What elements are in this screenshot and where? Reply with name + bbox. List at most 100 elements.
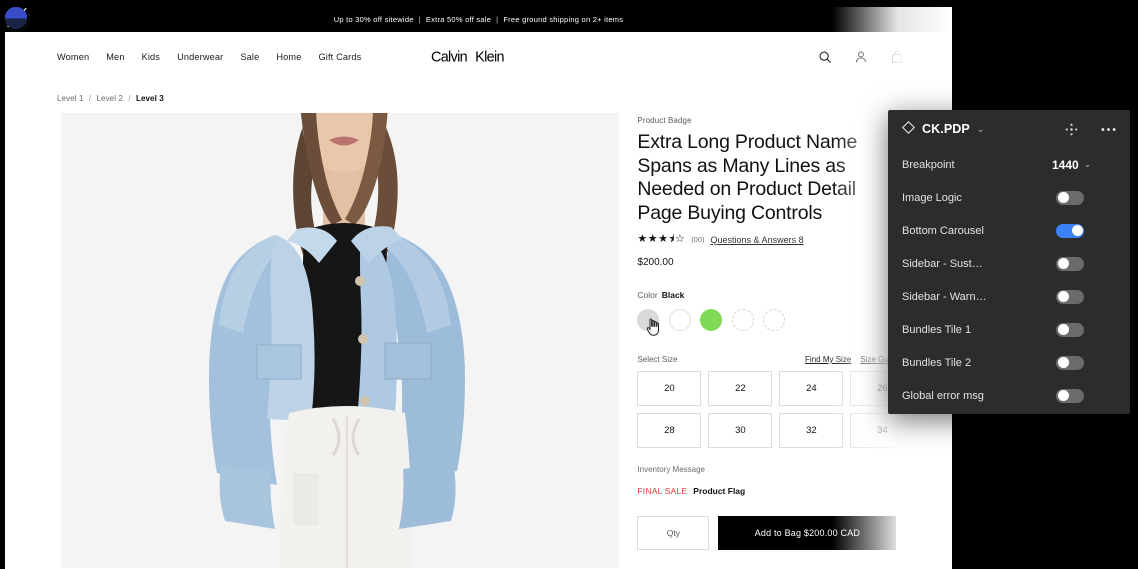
more-options-icon[interactable]	[1101, 127, 1116, 132]
toggle-switch[interactable]	[1056, 322, 1084, 337]
size-option[interactable]: 22	[708, 371, 773, 406]
breadcrumb-level-2[interactable]: Level 2	[96, 94, 123, 103]
swatch-disc	[637, 309, 660, 331]
toggle-knob	[1057, 324, 1069, 335]
size-option[interactable]: 28	[637, 413, 702, 448]
swatch-disc	[700, 309, 723, 331]
size-option[interactable]: 34	[850, 413, 915, 448]
color-swatch[interactable]	[637, 309, 660, 336]
color-swatch[interactable]	[5, 7, 27, 29]
panel-row-label: Bundles Tile 1	[902, 323, 972, 336]
svg-text:Klein: Klein	[475, 49, 504, 65]
product-title: Extra Long Product Name Spans as Many Li…	[637, 131, 858, 224]
size-links: Find My Size Size Guide	[805, 355, 899, 364]
nav-item-home[interactable]: Home	[276, 52, 301, 62]
breadcrumb-level-3: Level 3	[135, 94, 164, 103]
toggle-switch[interactable]	[1056, 355, 1084, 370]
model-photo	[61, 113, 620, 568]
account-icon[interactable]	[854, 50, 868, 64]
toggle-switch[interactable]	[1056, 256, 1084, 271]
breadcrumb-separator: /	[128, 94, 131, 103]
panel-row-control	[1056, 322, 1116, 337]
breakpoint-value[interactable]: 1440	[1052, 158, 1079, 172]
questions-answers-link[interactable]: Questions & Answers 8	[711, 235, 804, 245]
panel-row: Bundles Tile 2	[888, 346, 1130, 379]
panel-row: Breakpoint 1440 ⌄	[888, 148, 1130, 181]
panel-row-label: Image Logic	[902, 191, 962, 204]
panel-row-label: Sidebar - Sust…	[902, 257, 983, 270]
product-image[interactable]	[61, 113, 620, 568]
panel-row-label: Bottom Carousel	[902, 224, 984, 237]
promo-separator: |	[496, 15, 499, 24]
panel-row: Global error msg	[888, 379, 1130, 412]
toggle-knob	[1057, 291, 1069, 302]
calvin-klein-wordmark: Calvin Klein	[431, 49, 505, 65]
promo-item-3: Free ground shipping on 2+ items	[503, 15, 624, 24]
size-option[interactable]: 30	[708, 413, 773, 448]
pdp-main: Product Badge Extra Long Product Name Sp…	[5, 7, 952, 568]
size-option[interactable]: 20	[637, 371, 702, 406]
breakpoint-chevron-down-icon[interactable]: ⌄	[1084, 159, 1092, 170]
toggle-switch[interactable]	[1056, 190, 1084, 205]
panel-row: Image Logic	[888, 181, 1130, 214]
toggle-knob	[1057, 258, 1069, 269]
size-option[interactable]: 32	[779, 413, 844, 448]
add-to-bag-button[interactable]: Add to Bag $200.00 CAD	[718, 516, 897, 550]
color-swatch[interactable]	[668, 309, 691, 331]
nav-item-kids[interactable]: Kids	[142, 52, 160, 62]
component-diamond-icon	[902, 121, 915, 137]
search-icon[interactable]	[818, 50, 832, 64]
panel-row-label: Bundles Tile 2	[902, 356, 972, 369]
panel-row-control	[1056, 355, 1116, 370]
color-swatch[interactable]	[731, 309, 754, 331]
nav-item-men[interactable]: Men	[106, 52, 124, 62]
size-label: Select Size	[637, 355, 678, 364]
panel-title: CK.PDP	[922, 122, 970, 136]
review-count: (00)	[691, 235, 705, 244]
swatch-disc	[5, 7, 27, 29]
bag-icon[interactable]	[890, 50, 904, 64]
panel-row-control	[1056, 388, 1116, 403]
toggle-knob	[1057, 357, 1069, 368]
panel-row-control: 1440 ⌄	[1052, 158, 1116, 172]
color-swatch[interactable]	[700, 309, 723, 331]
panel-row: Sidebar - Sust…	[888, 247, 1130, 280]
inventory-message: Inventory Message	[637, 465, 705, 474]
size-option[interactable]: 24	[779, 371, 844, 406]
swatch-disc	[668, 309, 691, 331]
color-selected-value: Black	[661, 290, 685, 300]
nav-item-gift-cards[interactable]: Gift Cards	[318, 52, 361, 62]
panel-row-label: Sidebar - Warn…	[902, 290, 987, 303]
product-flag: Product Flag	[693, 486, 746, 496]
panel-row-control	[1056, 289, 1116, 304]
toggle-switch[interactable]	[1056, 223, 1084, 238]
promo-item-1: Up to 30% off sitewide	[333, 15, 414, 24]
promo-item-2: Extra 50% off sale	[425, 15, 492, 24]
promo-bar: Up to 30% off sitewide | Extra 50% off s…	[5, 7, 952, 32]
panel-row-control	[1056, 223, 1116, 238]
header-icons	[818, 32, 904, 82]
breadcrumb-separator: /	[88, 94, 92, 103]
toggle-switch[interactable]	[1056, 289, 1084, 304]
quantity-selector[interactable]: Qty	[637, 516, 710, 550]
page-canvas: Up to 30% off sitewide | Extra 50% off s…	[5, 7, 952, 569]
breadcrumb-level-1[interactable]: Level 1	[57, 94, 84, 103]
svg-text:Calvin: Calvin	[431, 49, 468, 65]
nav-item-underwear[interactable]: Underwear	[177, 52, 223, 62]
panel-row-control	[1056, 256, 1116, 271]
panel-row-label: Breakpoint	[902, 158, 955, 171]
size-header: Select Size Find My Size Size Guide	[637, 355, 899, 364]
swatch-two-tone-fill	[5, 7, 27, 29]
move-icon[interactable]	[1065, 122, 1078, 136]
find-my-size-link[interactable]: Find My Size	[805, 355, 851, 364]
component-properties-panel[interactable]: CK.PDP ⌄ Breakpoint 1440 ⌄ Image Logic Botto…	[888, 110, 1130, 414]
panel-title-chevron-down-icon[interactable]: ⌄	[977, 124, 985, 135]
swatch-disc	[731, 309, 754, 331]
panel-row-label: Global error msg	[902, 389, 984, 402]
nav-item-women[interactable]: Women	[57, 52, 89, 62]
color-swatch[interactable]	[763, 309, 786, 331]
nav-item-sale[interactable]: Sale	[240, 52, 259, 62]
cart-row: Qty Add to Bag $200.00 CAD	[637, 516, 952, 550]
breadcrumb: Level 1 / Level 2 / Level 3	[5, 82, 952, 103]
toggle-switch[interactable]	[1056, 388, 1084, 403]
